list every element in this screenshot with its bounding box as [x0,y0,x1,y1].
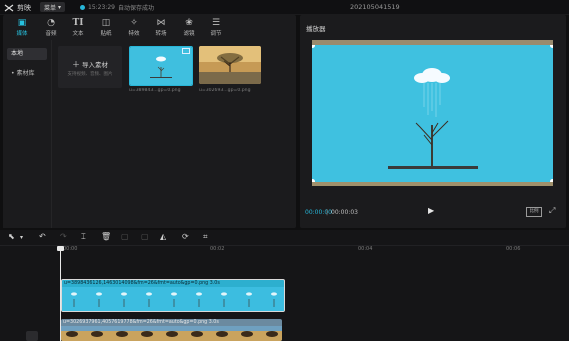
fullscreen-icon[interactable]: ⤢ [549,206,555,216]
tab-sticker[interactable]: ◫ 贴纸 [94,18,118,38]
ruler-tick-label: 00:00 [63,246,78,252]
tab-label: 转场 [155,31,167,37]
sidebar-item-local[interactable]: 本地 [7,48,47,60]
status-text: 自动保存成功 [117,5,154,12]
clip-filmstrip [62,287,284,311]
tab-label: 贴纸 [100,31,112,37]
plus-icon: ＋ [72,59,80,69]
resize-handle[interactable] [550,45,553,48]
sidebar-item-library[interactable]: • 素材库 [7,68,47,80]
project-title: 202105041519 [350,3,400,11]
play-icon[interactable]: ▶ [428,206,434,215]
track-lane-icon[interactable] [26,331,38,341]
filter-icon: ❀ [185,18,193,28]
tab-adjust[interactable]: ☰ 调节 [204,18,228,38]
ratio-button[interactable]: 比例 [526,207,542,217]
import-label: 导入素材 [82,61,108,69]
status-time: 15:23:29 [88,4,115,11]
time-ruler[interactable] [0,246,569,256]
chevron-down-icon: ▾ [58,3,62,11]
freeze-icon[interactable]: ▢ [121,232,129,241]
media-thumbnail[interactable] [199,46,261,84]
preview-frame-image [312,45,553,182]
split-icon[interactable]: ⌶ [81,232,86,242]
player-title: 播放器 [306,25,326,33]
crop-icon[interactable]: ⌗ [203,232,208,242]
ruler-tick-label: 00:02 [210,246,225,252]
time-separator: | [326,209,329,216]
tab-filter[interactable]: ❀ 滤镜 [177,18,201,38]
playhead-line[interactable] [60,247,61,341]
tab-audio[interactable]: ◔ 音频 [39,18,63,38]
app-name: 剪映 [17,4,31,12]
thumbnail-badge [182,48,190,54]
video-preview[interactable] [312,45,553,182]
tab-transition[interactable]: ⋈ 转场 [149,18,173,38]
media-icon: ▣ [17,18,27,28]
tab-label: 滤镜 [183,31,195,37]
rotate-icon[interactable]: ⟳ [182,232,189,241]
thumbnail-caption: u=302693...gp=0.png [199,88,251,93]
audio-icon: ◔ [47,18,55,28]
import-hint: 支持视频、音频、图片 [67,72,113,77]
playhead-handle[interactable] [57,246,64,251]
asset-toolbar: ▣ 媒体 ◔ 音频 TI 文本 ◫ 贴纸 ✧ 特效 ⋈ 转场 ❀ 滤镜 ☰ 调节 [3,15,296,39]
clip-filmstrip [61,326,282,341]
tab-label: 媒体 [16,31,28,37]
chevron-down-icon[interactable]: ▾ [20,234,23,241]
delete-icon[interactable]: 🗑 [101,232,111,241]
status-dot-icon [80,5,85,10]
ruler-tick-label: 00:04 [358,246,373,252]
video-clip-track-2[interactable]: u=3026937961,4057619778&fm=26&fmt=auto&g… [61,319,282,341]
text-icon: TI [72,18,84,28]
reverse-icon[interactable]: ▢ [141,232,149,241]
redo-icon[interactable]: ↷ [60,232,67,241]
tab-text[interactable]: TI 文本 [66,18,90,38]
sticker-icon: ◫ [101,18,111,28]
menu-label: 菜单 [44,4,57,12]
total-time: 00:00:03 [331,209,358,216]
effects-icon: ✧ [130,18,138,28]
media-side-nav: 本地 • 素材库 [3,40,52,228]
mirror-icon[interactable]: ◭ [160,232,166,241]
tab-media[interactable]: ▣ 媒体 [10,18,34,38]
clip-caption: u=3898436126,1463014098&fm=26&fmt=auto&g… [64,281,220,286]
adjust-icon: ☰ [211,18,221,28]
preview-bottom-strip [312,182,553,186]
pointer-icon[interactable]: ⬉ [8,232,15,241]
app-logo: 剪映 [4,3,31,13]
tab-label: 音频 [45,31,57,37]
media-thumbnail[interactable] [129,46,193,86]
tab-label: 调节 [210,31,222,37]
capcut-logo-icon [4,4,14,12]
desert-tree-image [199,46,261,84]
tab-effects[interactable]: ✧ 特效 [122,18,146,38]
transition-icon: ⋈ [156,18,166,28]
undo-icon[interactable]: ↶ [39,232,46,241]
clip-caption: u=3026937961,4057619778&fm=26&fmt=auto&g… [63,320,219,325]
menu-button[interactable]: 菜单 ▾ [40,2,66,12]
ruler-tick-label: 00:06 [506,246,521,252]
autosave-status: 15:23:29 自动保存成功 [80,3,154,12]
tab-label: 特效 [128,31,140,37]
video-clip-track-1[interactable]: u=3898436126,1463014098&fm=26&fmt=auto&g… [61,279,285,312]
import-button[interactable]: ＋ 导入素材 [62,58,118,70]
thumbnail-caption: u=389843...gp=0.png [129,88,181,93]
tab-label: 文本 [72,31,84,37]
